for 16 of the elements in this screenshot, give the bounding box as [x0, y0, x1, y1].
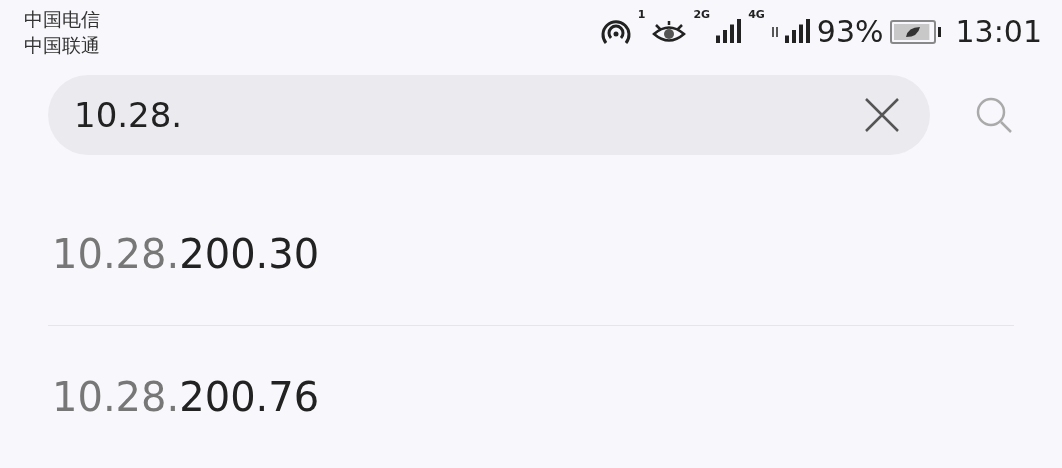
battery-icon	[889, 18, 942, 45]
search-field[interactable]: 10.28.	[48, 75, 930, 155]
suggestion-item[interactable]: 10.28.200.30	[52, 231, 320, 277]
hotspot-count: 1	[637, 8, 646, 21]
search-input[interactable]: 10.28.	[72, 94, 864, 136]
network-type: 2G	[693, 8, 711, 21]
clear-icon[interactable]	[864, 97, 900, 133]
eye-icon	[651, 18, 688, 45]
carrier-name: 中国电信	[24, 6, 100, 31]
signal-icon	[716, 18, 743, 45]
battery-percent: 93%	[816, 14, 884, 49]
network-type: 4G	[748, 8, 765, 21]
carrier-name: 中国联通	[24, 32, 100, 57]
clock: 13:01	[955, 14, 1042, 49]
suggestion-item[interactable]: 10.28.200.76	[52, 374, 320, 420]
signal-icon	[784, 18, 811, 45]
